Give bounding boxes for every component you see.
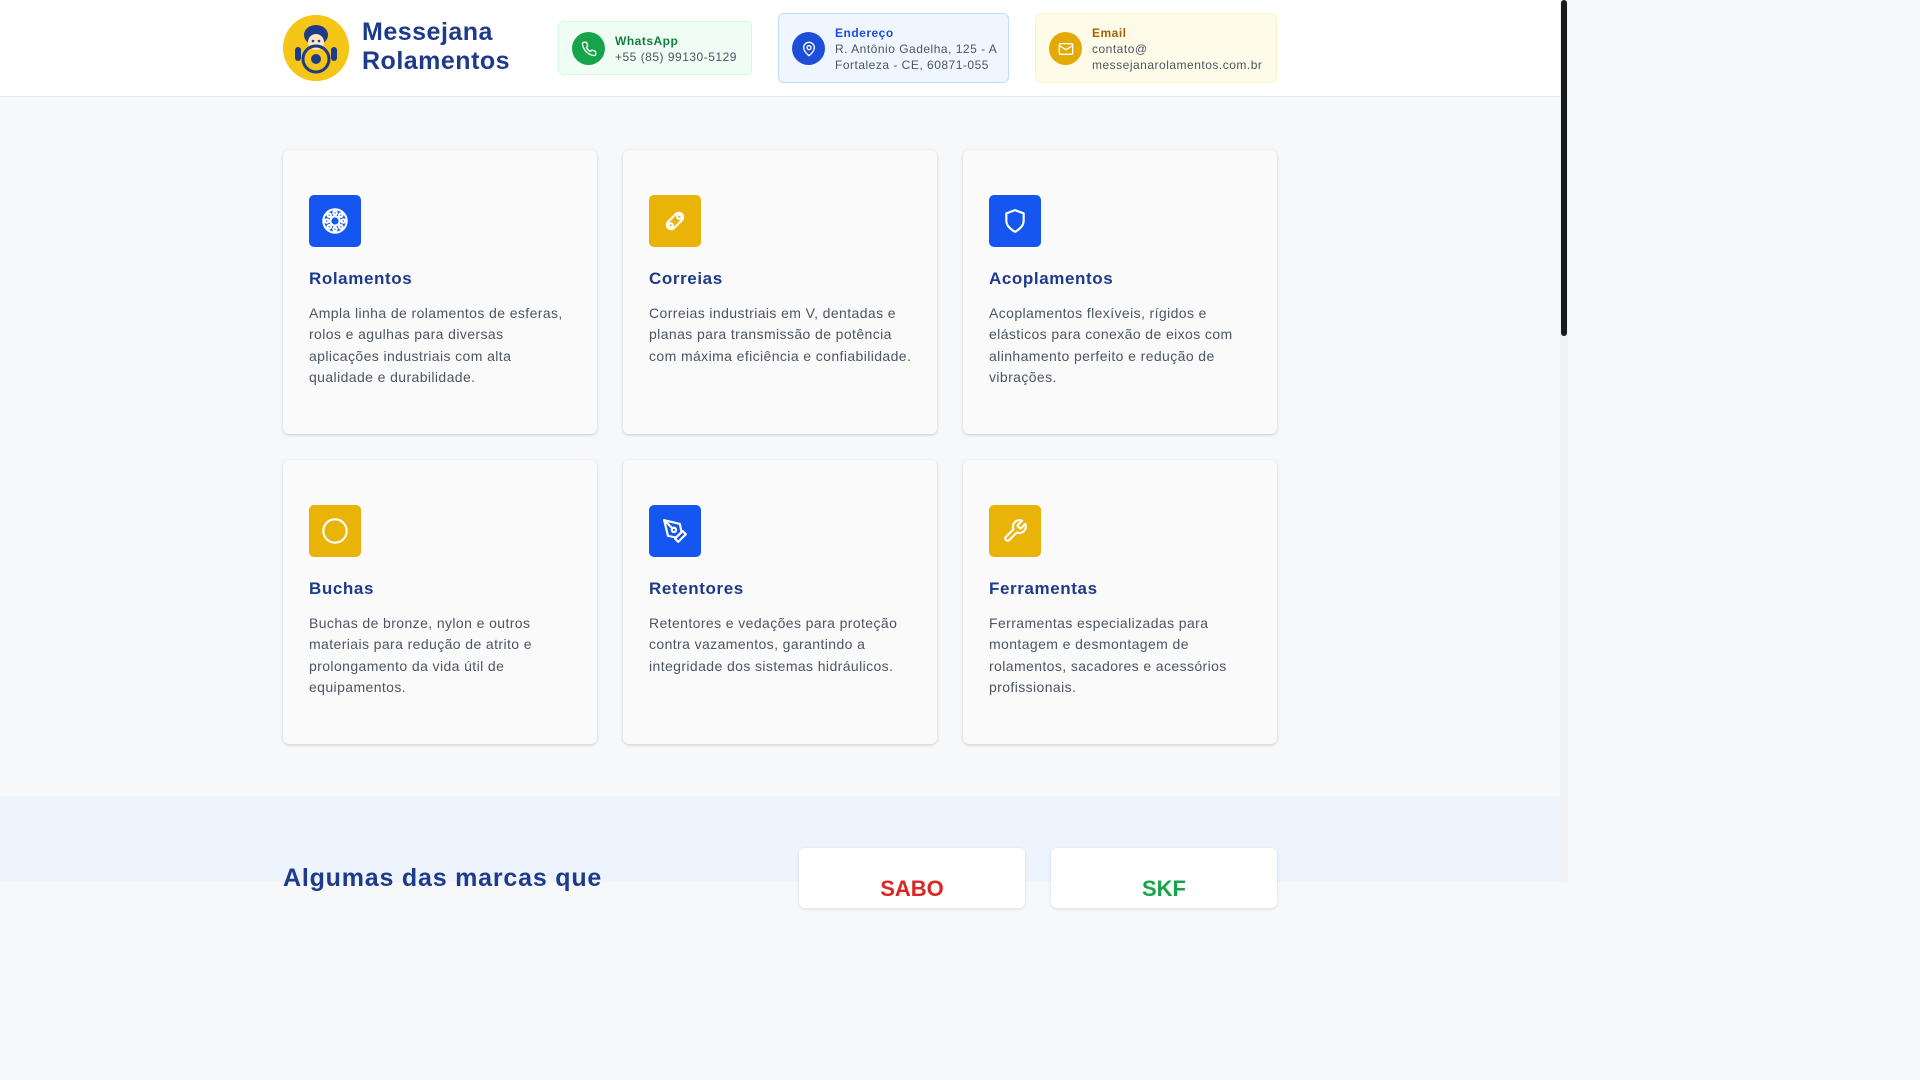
brand-name[interactable]: Messejana Rolamentos	[362, 18, 510, 76]
wrench-icon	[989, 505, 1041, 557]
product-description: Ferramentas especializadas para montagem…	[989, 615, 1227, 695]
product-description: Ampla linha de rolamentos de esferas, ro…	[309, 305, 563, 385]
map-pin-icon	[792, 32, 825, 65]
mail-icon	[1049, 32, 1082, 65]
address-line2: Fortaleza - CE, 60871-055	[835, 58, 989, 72]
product-title: Buchas	[309, 579, 375, 598]
product-title: Rolamentos	[309, 269, 413, 288]
address-contact[interactable]: Endereço R. Antônio Gadelha, 125 - A For…	[778, 13, 1009, 83]
vertical-scrollbar[interactable]	[1560, 0, 1568, 882]
product-title: Ferramentas	[989, 579, 1098, 598]
circle-icon	[309, 505, 361, 557]
product-title: Acoplamentos	[989, 269, 1114, 288]
product-card-correias[interactable]: Correias Correias industriais em V, dent…	[623, 150, 937, 434]
email-contact[interactable]: Email contato@ messejanarolamentos.com.b…	[1035, 13, 1277, 83]
brands-section-title: Algumas das marcas que	[283, 864, 603, 892]
phone-icon	[572, 32, 605, 65]
email-line2: messejanarolamentos.com.br	[1092, 58, 1263, 72]
product-description: Retentores e vedações para proteção cont…	[649, 615, 898, 674]
scrollbar-thumb[interactable]	[1561, 0, 1567, 336]
product-card-acoplamentos[interactable]: Acoplamentos Acoplamentos flexíveis, ríg…	[963, 150, 1277, 434]
brands-section: Algumas das marcas que SABO SKF	[0, 796, 1560, 908]
product-card-buchas[interactable]: Buchas Buchas de bronze, nylon e outros …	[283, 460, 597, 744]
brand-logo-text: SKF	[1142, 876, 1186, 901]
product-card-ferramentas[interactable]: Ferramentas Ferramentas especializadas p…	[963, 460, 1277, 744]
product-description: Correias industriais em V, dentadas e pl…	[649, 305, 912, 364]
product-description: Buchas de bronze, nylon e outros materia…	[309, 615, 532, 695]
brand-card-skf[interactable]: SKF	[1051, 848, 1277, 908]
bearing-icon	[309, 195, 361, 247]
address-line1: R. Antônio Gadelha, 125 - A	[835, 42, 998, 56]
whatsapp-label: WhatsApp	[615, 34, 679, 48]
pen-tool-icon	[649, 505, 701, 557]
address-label: Endereço	[835, 26, 894, 40]
shield-icon	[989, 195, 1041, 247]
email-label: Email	[1092, 26, 1127, 40]
product-card-rolamentos[interactable]: Rolamentos Ampla linha de rolamentos de …	[283, 150, 597, 434]
whatsapp-number: +55 (85) 99130-5129	[615, 50, 737, 64]
product-title: Retentores	[649, 579, 744, 598]
brand-name-line1: Messejana	[362, 18, 493, 46]
belt-icon	[649, 195, 701, 247]
product-title: Correias	[649, 269, 723, 288]
company-logo[interactable]	[283, 15, 349, 81]
product-description: Acoplamentos flexíveis, rígidos e elásti…	[989, 305, 1233, 385]
brand-logo-text: SABO	[880, 876, 944, 901]
whatsapp-contact[interactable]: WhatsApp +55 (85) 99130-5129	[558, 21, 752, 75]
brand-card-sabo[interactable]: SABO	[799, 848, 1025, 908]
product-card-retentores[interactable]: Retentores Retentores e vedações para pr…	[623, 460, 937, 744]
site-header: Messejana Rolamentos WhatsApp +55 (85) 9…	[0, 0, 1560, 97]
brand-name-line2: Rolamentos	[362, 47, 511, 75]
email-line1: contato@	[1092, 42, 1148, 56]
